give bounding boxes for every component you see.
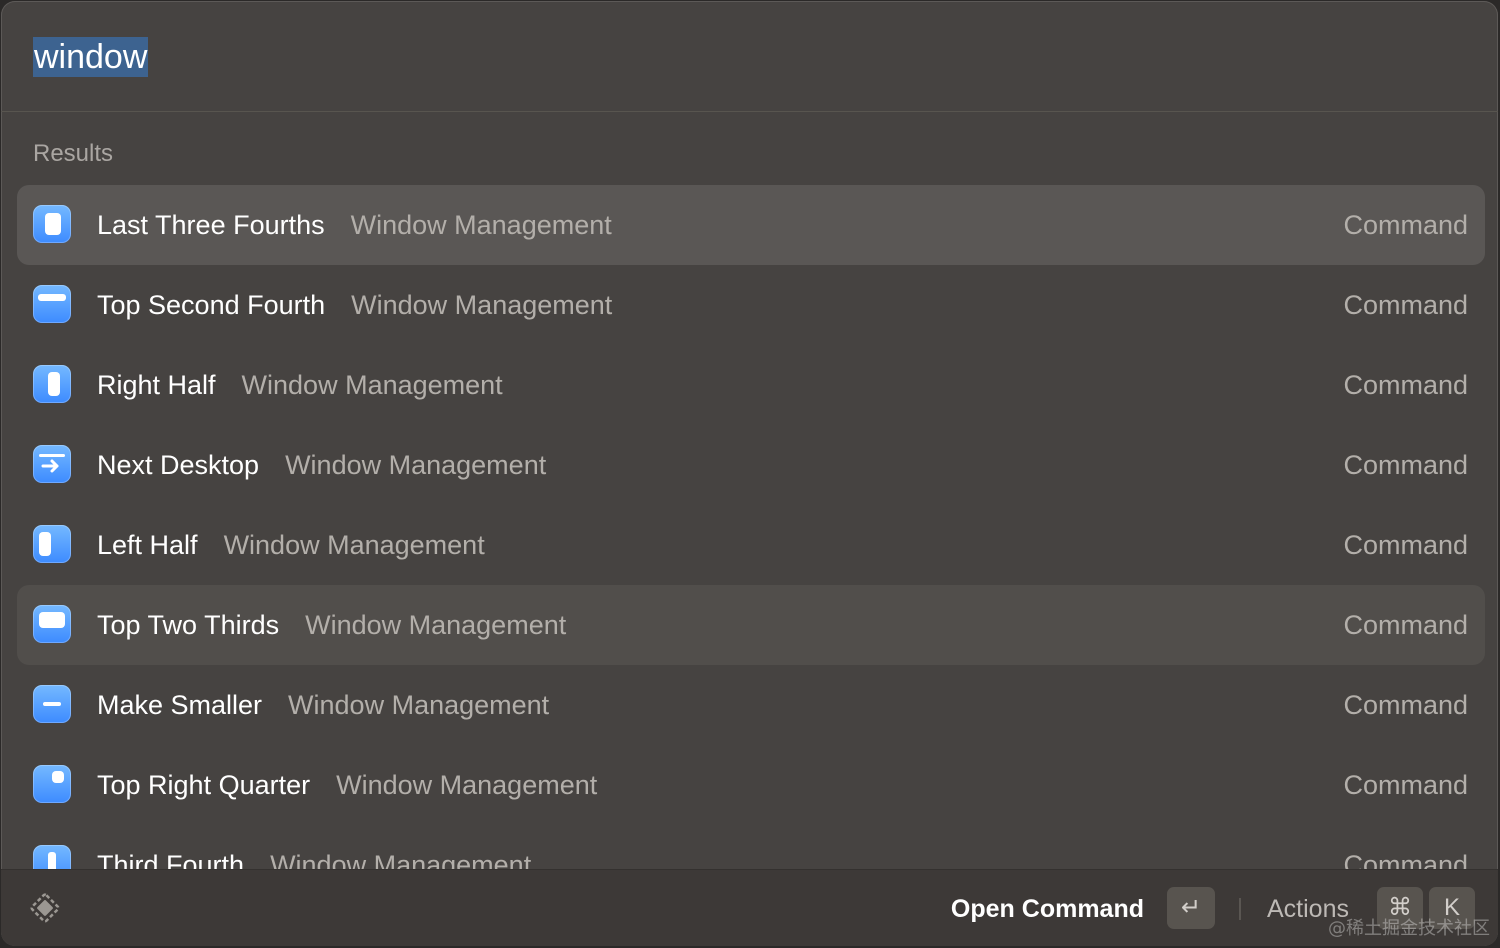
right-half-icon (33, 365, 71, 403)
result-subtitle: Window Management (305, 610, 567, 640)
last-three-fourths-icon (33, 205, 71, 243)
left-half-icon (33, 525, 71, 563)
result-subtitle: Window Management (285, 450, 547, 480)
action-divider (1239, 898, 1241, 920)
top-two-thirds-icon (33, 605, 71, 643)
result-subtitle: Window Management (350, 210, 612, 240)
top-second-fourth-icon (33, 285, 71, 323)
results-list: Last Three Fourths Window Management Comm… (17, 185, 1485, 871)
next-desktop-icon (33, 445, 71, 483)
section-title: Results (33, 140, 114, 167)
result-row[interactable]: Last Three Fourths Window Management Comm… (17, 185, 1485, 265)
result-row[interactable]: Top Second Fourth Window Management Comma… (17, 265, 1485, 345)
result-type: Command (1343, 530, 1468, 560)
result-type: Command (1343, 370, 1468, 400)
result-subtitle: Window Management (270, 850, 532, 871)
enter-key-icon[interactable]: ↵ (1167, 887, 1215, 929)
result-subtitle: Window Management (351, 290, 613, 320)
result-title: Top Second Fourth (97, 290, 326, 320)
result-type: Command (1343, 290, 1468, 320)
result-subtitle: Window Management (288, 690, 550, 720)
top-right-quarter-icon (33, 765, 71, 803)
search-bar: window (1, 1, 1498, 112)
action-bar: Open Command ↵ Actions ⌘ K (1, 869, 1498, 946)
result-title: Third Fourth (97, 850, 245, 871)
result-type: Command (1343, 690, 1468, 720)
result-title: Left Half (97, 530, 198, 560)
result-row[interactable]: Make Smaller Window Management Command (17, 665, 1485, 745)
search-input[interactable]: window (33, 37, 149, 77)
result-title: Right Half (97, 370, 216, 400)
result-row[interactable]: Top Right Quarter Window Management Comma… (17, 745, 1485, 825)
result-row[interactable]: Next Desktop Window Management Command (17, 425, 1485, 505)
result-title: Last Three Fourths (97, 210, 325, 240)
result-type: Command (1343, 450, 1468, 480)
result-row[interactable]: Top Two Thirds Window Management Command (17, 585, 1485, 665)
result-type: Command (1343, 850, 1468, 871)
result-row[interactable]: Third Fourth Window Management Command (17, 825, 1485, 871)
result-subtitle: Window Management (336, 770, 598, 800)
watermark: @稀土掘金技术社区 (1328, 918, 1490, 939)
result-subtitle: Window Management (241, 370, 503, 400)
result-type: Command (1343, 770, 1468, 800)
result-row[interactable]: Right Half Window Management Command (17, 345, 1485, 425)
result-row[interactable]: Left Half Window Management Command (17, 505, 1485, 585)
result-title: Make Smaller (97, 690, 263, 720)
raycast-logo-icon[interactable] (27, 890, 63, 926)
open-command-button[interactable]: Open Command (951, 893, 1144, 925)
third-fourth-icon (33, 845, 71, 871)
result-type: Command (1343, 210, 1468, 240)
make-smaller-icon (33, 685, 71, 723)
result-title: Top Two Thirds (97, 610, 280, 640)
result-title: Next Desktop (97, 450, 260, 480)
result-type: Command (1343, 610, 1468, 640)
result-subtitle: Window Management (223, 530, 485, 560)
result-title: Top Right Quarter (97, 770, 311, 800)
launcher-window: window Results Last Three Fourths Window … (1, 1, 1498, 946)
